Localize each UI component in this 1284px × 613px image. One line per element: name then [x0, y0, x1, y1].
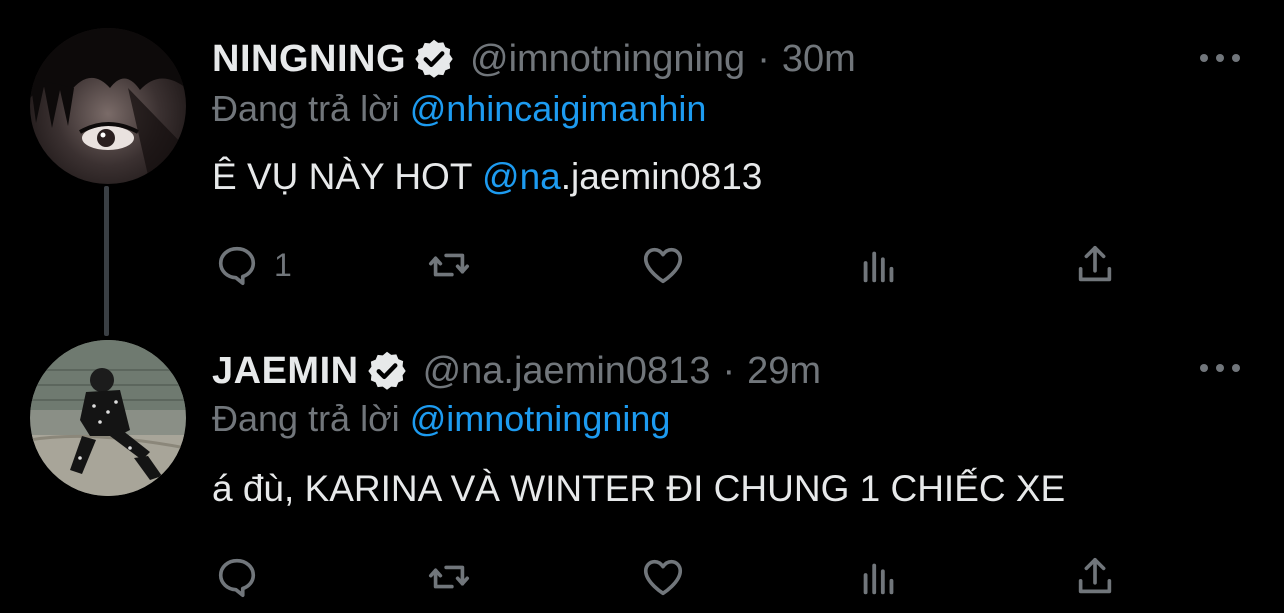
verified-badge-icon	[415, 39, 453, 78]
tweet-text: á đù, KARINA VÀ WINTER ĐI CHUNG 1 CHIẾC …	[212, 468, 1066, 509]
tweet-text: Ê VỤ NÀY HOT @na.jaemin0813	[212, 156, 762, 198]
display-name[interactable]: NINGNING	[212, 38, 406, 81]
retweet-icon	[428, 253, 470, 277]
mention-rest: .jaemin0813	[560, 156, 763, 197]
share-upload-icon	[1078, 557, 1112, 594]
reply-count: 1	[274, 246, 292, 283]
timestamp[interactable]: 29m	[747, 350, 821, 393]
replying-prefix: Đang trả lời	[212, 88, 400, 129]
share-button[interactable]	[1072, 240, 1118, 290]
reply-button[interactable]: 1	[214, 240, 292, 290]
replying-to-mention[interactable]: @nhincaigimanhin	[410, 88, 707, 129]
views-button[interactable]	[856, 552, 902, 602]
tweet-header: NINGNING @imnotningning · 30m	[212, 32, 856, 86]
tweet-ningning[interactable]: NINGNING @imnotningning · 30m Đang trả l…	[0, 0, 1284, 336]
bar-chart-icon	[863, 251, 894, 283]
replying-prefix: Đang trả lời	[212, 398, 400, 439]
avatar[interactable]	[30, 28, 186, 184]
tweet-actions	[212, 552, 1132, 602]
user-handle[interactable]: @imnotningning	[470, 38, 745, 81]
retweet-button[interactable]	[426, 240, 472, 290]
tweet-text-plain: Ê VỤ NÀY HOT	[212, 156, 483, 197]
bar-chart-icon	[863, 563, 894, 595]
user-handle[interactable]: @na.jaemin0813	[423, 350, 711, 393]
avatar[interactable]	[30, 340, 186, 496]
reply-button[interactable]	[214, 552, 274, 602]
replying-to: Đang trả lời @nhincaigimanhin	[212, 88, 706, 130]
like-button[interactable]	[640, 552, 686, 602]
heart-icon	[643, 559, 683, 596]
retweet-icon	[428, 565, 470, 589]
separator-dot: ·	[722, 349, 736, 392]
mention-link[interactable]: @na	[482, 156, 561, 197]
reply-bubble-icon	[218, 558, 256, 598]
share-upload-icon	[1078, 245, 1112, 282]
replying-to-mention[interactable]: @imnotningning	[410, 398, 671, 439]
heart-icon	[643, 247, 683, 284]
retweet-button[interactable]	[426, 552, 472, 602]
more-horizontal-icon[interactable]	[1200, 52, 1240, 64]
share-button[interactable]	[1072, 552, 1118, 602]
thread-connector-line	[104, 186, 109, 336]
tweet-header: JAEMIN @na.jaemin0813 · 29m	[212, 344, 821, 398]
more-horizontal-icon[interactable]	[1200, 362, 1240, 374]
tweet-actions: 1	[212, 240, 1132, 290]
reply-bubble-icon	[218, 246, 256, 286]
verified-badge-icon	[367, 351, 406, 390]
tweet-jaemin[interactable]: JAEMIN @na.jaemin0813 · 29m Đang trả lời…	[0, 320, 1284, 613]
separator-dot: ·	[757, 37, 770, 80]
timestamp[interactable]: 30m	[782, 38, 856, 81]
views-button[interactable]	[856, 240, 902, 290]
replying-to: Đang trả lời @imnotningning	[212, 398, 670, 440]
like-button[interactable]	[640, 240, 686, 290]
display-name[interactable]: JAEMIN	[212, 350, 359, 393]
